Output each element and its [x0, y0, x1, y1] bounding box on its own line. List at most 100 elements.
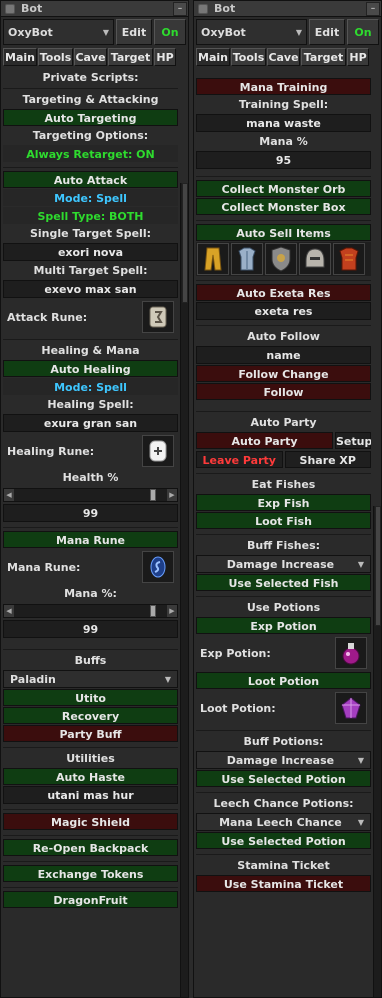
loot-fish-toggle[interactable]: Loot Fish: [196, 512, 371, 529]
training-spell-label: Training Spell:: [238, 98, 329, 111]
auto-party-toggle[interactable]: Auto Party: [196, 432, 333, 449]
tab-tools[interactable]: Tools: [231, 48, 266, 66]
targeting-title: Targeting & Attacking: [22, 93, 159, 106]
on-toggle-button[interactable]: On: [347, 19, 379, 45]
buff-fish-select[interactable]: Damage Increase ▼: [196, 555, 371, 573]
follow-name-input[interactable]: name: [196, 346, 371, 364]
share-xp-button[interactable]: Share XP: [284, 451, 371, 468]
edit-button[interactable]: Edit: [309, 19, 345, 45]
leech-select[interactable]: Mana Leech Chance ▼: [196, 813, 371, 831]
profile-select[interactable]: OxyBot ▼: [196, 19, 307, 45]
healing-rune-slot[interactable]: [142, 435, 174, 467]
recovery-toggle[interactable]: Recovery: [3, 707, 178, 724]
mana-training-toggle[interactable]: Mana Training: [196, 78, 371, 95]
training-spell-input[interactable]: mana waste: [196, 114, 371, 132]
auto-party-title: Auto Party: [250, 416, 317, 429]
auto-targeting-toggle[interactable]: Auto Targeting: [3, 109, 178, 126]
use-selected-potion-button[interactable]: Use Selected Potion: [196, 770, 371, 787]
auto-exeta-toggle[interactable]: Auto Exeta Res: [196, 284, 371, 301]
sell-item-slot[interactable]: [333, 243, 365, 275]
mana-rune-toggle[interactable]: Mana Rune: [3, 531, 178, 548]
slider-right-arrow-icon[interactable]: ▶: [167, 489, 177, 501]
mana-rune-icon: [150, 556, 166, 578]
spell-type-toggle[interactable]: Spell Type: BOTH: [3, 207, 178, 224]
slider-right-arrow-icon[interactable]: ▶: [167, 605, 177, 617]
use-stamina-ticket-toggle[interactable]: Use Stamina Ticket: [196, 875, 371, 892]
auto-healing-toggle[interactable]: Auto Healing: [3, 360, 178, 377]
tab-cave[interactable]: Cave: [267, 48, 300, 66]
always-retarget-toggle[interactable]: Always Retarget: ON: [3, 145, 178, 162]
mana-pct-input[interactable]: 95: [196, 151, 371, 169]
party-buff-toggle[interactable]: Party Buff: [3, 725, 178, 742]
panel-title: Bot: [214, 2, 236, 15]
tab-main[interactable]: Main: [196, 48, 230, 66]
chevron-down-icon: ▼: [164, 674, 171, 684]
haste-spell-input[interactable]: utani mas hur: [3, 786, 178, 804]
on-toggle-button[interactable]: On: [154, 19, 186, 45]
attack-rune-slot[interactable]: [142, 301, 174, 333]
exp-fish-toggle[interactable]: Exp Fish: [196, 494, 371, 511]
single-target-input[interactable]: exori nova: [3, 243, 178, 261]
follow-change-toggle[interactable]: Follow Change: [196, 365, 371, 382]
health-pct-slider[interactable]: ◀ ▶: [3, 488, 178, 502]
exchange-tokens-toggle[interactable]: Exchange Tokens: [3, 865, 178, 882]
exp-potion-label: Exp Potion:: [200, 646, 271, 660]
helmet-icon: [305, 248, 325, 268]
vocation-select[interactable]: Paladin ▼: [3, 670, 178, 688]
tab-hp[interactable]: HP: [347, 48, 369, 66]
auto-sell-toggle[interactable]: Auto Sell Items: [196, 224, 371, 241]
slider-left-arrow-icon[interactable]: ◀: [4, 605, 14, 617]
sell-item-slot[interactable]: [265, 243, 297, 275]
tab-tools[interactable]: Tools: [38, 48, 73, 66]
reopen-backpack-toggle[interactable]: Re-Open Backpack: [3, 839, 178, 856]
profile-select[interactable]: OxyBot ▼: [3, 19, 114, 45]
mana-rune-slot[interactable]: [142, 551, 174, 583]
edit-button[interactable]: Edit: [116, 19, 152, 45]
profile-name: OxyBot: [201, 25, 246, 39]
buff-potion-select[interactable]: Damage Increase ▼: [196, 751, 371, 769]
collect-box-toggle[interactable]: Collect Monster Box: [196, 198, 371, 215]
minimize-icon[interactable]: –: [173, 1, 187, 16]
sell-item-slot[interactable]: [231, 243, 263, 275]
collect-orb-toggle[interactable]: Collect Monster Orb: [196, 180, 371, 197]
minimize-icon[interactable]: –: [366, 1, 380, 16]
chevron-down-icon: ▼: [357, 817, 364, 827]
vertical-scrollbar[interactable]: [180, 183, 188, 997]
scrollbar-thumb[interactable]: [182, 183, 188, 303]
leave-party-button[interactable]: Leave Party: [196, 451, 283, 468]
tab-target[interactable]: Target: [301, 48, 346, 66]
sell-item-slot[interactable]: [197, 243, 229, 275]
use-selected-fish-button[interactable]: Use Selected Fish: [196, 574, 371, 591]
gem-icon: [341, 697, 361, 719]
panel-titlebar[interactable]: Bot –: [194, 1, 381, 17]
follow-toggle[interactable]: Follow: [196, 383, 371, 400]
tab-hp[interactable]: HP: [154, 48, 176, 66]
utito-toggle[interactable]: Utito: [3, 689, 178, 706]
slider-left-arrow-icon[interactable]: ◀: [4, 489, 14, 501]
multi-target-input[interactable]: exevo max san: [3, 280, 178, 298]
slider-thumb[interactable]: [150, 605, 156, 617]
loot-potion-slot[interactable]: [335, 692, 367, 724]
magic-shield-toggle[interactable]: Magic Shield: [3, 813, 178, 830]
healing-spell-input[interactable]: exura gran san: [3, 414, 178, 432]
tab-target[interactable]: Target: [108, 48, 153, 66]
dragonfruit-toggle[interactable]: DragonFruit: [3, 891, 178, 908]
tab-main[interactable]: Main: [3, 48, 37, 66]
tab-cave[interactable]: Cave: [74, 48, 107, 66]
vertical-scrollbar[interactable]: [373, 506, 381, 997]
auto-haste-toggle[interactable]: Auto Haste: [3, 768, 178, 785]
exeta-spell-input[interactable]: exeta res: [196, 302, 371, 320]
scrollbar-thumb[interactable]: [375, 506, 381, 626]
healing-mode-toggle[interactable]: Mode: Spell: [3, 378, 178, 395]
party-setup-button[interactable]: Setup: [335, 432, 371, 449]
loot-potion-toggle[interactable]: Loot Potion: [196, 672, 371, 689]
attack-mode-toggle[interactable]: Mode: Spell: [3, 189, 178, 206]
slider-thumb[interactable]: [150, 489, 156, 501]
sell-item-slot[interactable]: [299, 243, 331, 275]
use-selected-leech-potion-button[interactable]: Use Selected Potion: [196, 832, 371, 849]
exp-potion-toggle[interactable]: Exp Potion: [196, 617, 371, 634]
exp-potion-slot[interactable]: [335, 637, 367, 669]
auto-attack-toggle[interactable]: Auto Attack: [3, 171, 178, 188]
mana-pct-slider[interactable]: ◀ ▶: [3, 604, 178, 618]
panel-titlebar[interactable]: Bot –: [1, 1, 188, 17]
